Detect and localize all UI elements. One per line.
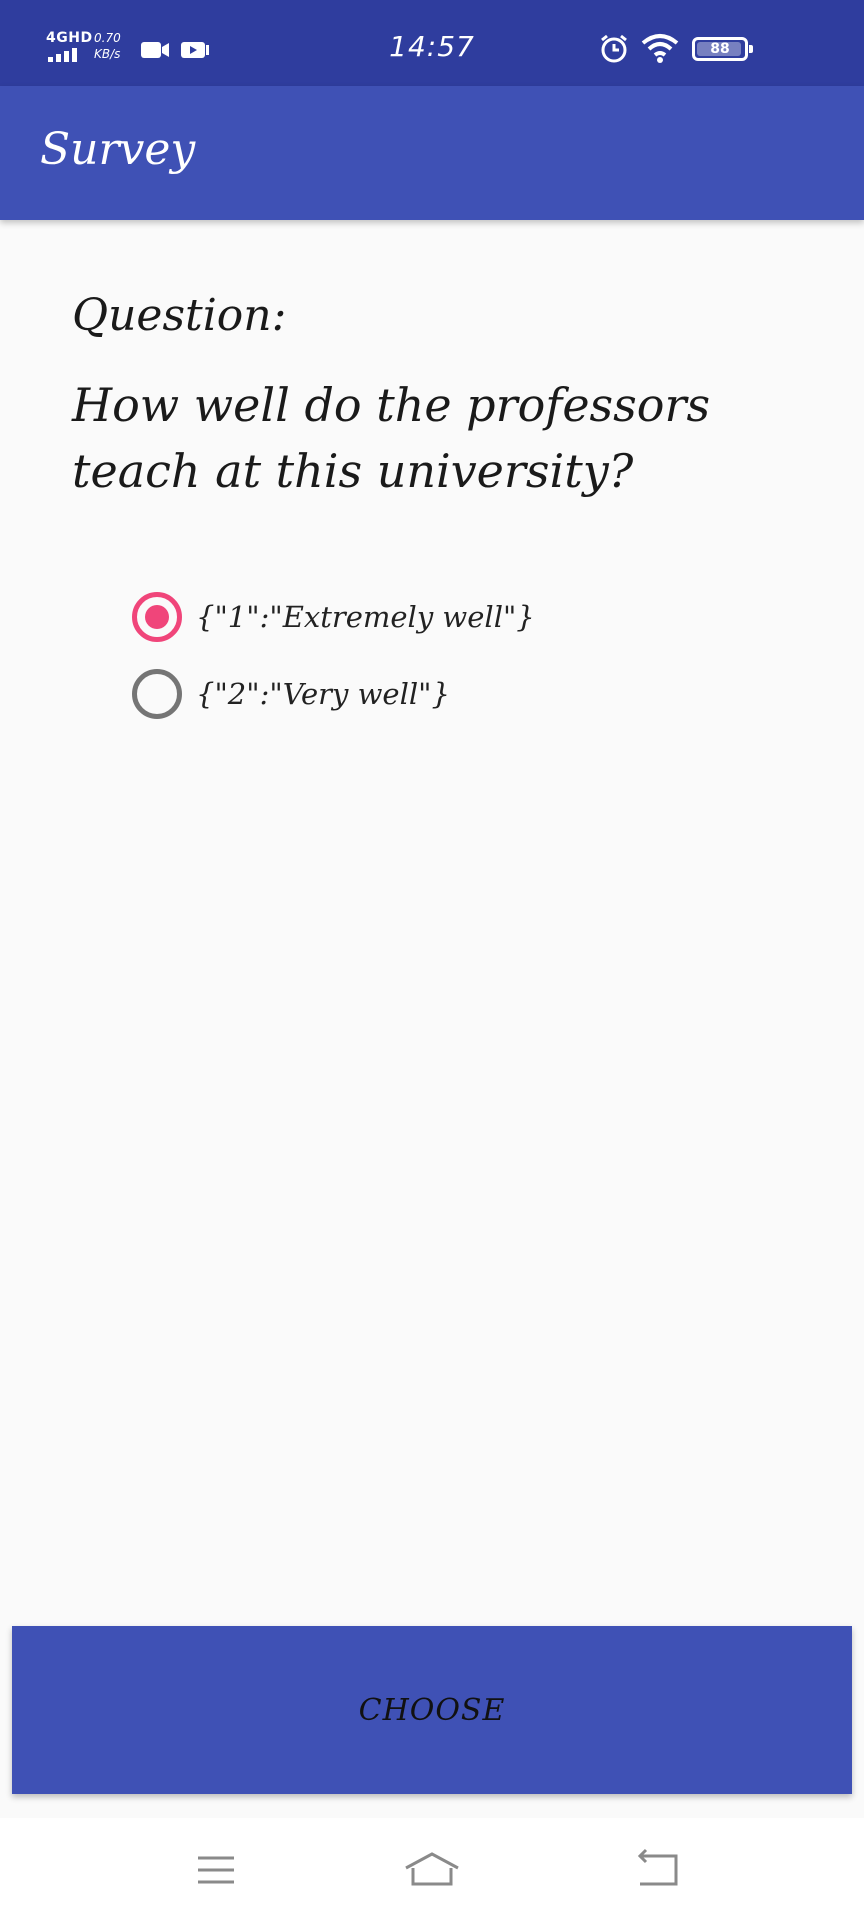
wifi-icon xyxy=(641,34,679,63)
radio-dot xyxy=(145,605,169,629)
radio-checked-icon[interactable] xyxy=(132,592,182,642)
battery-icon: 88 xyxy=(692,37,753,61)
option-1-radio[interactable]: {"1":"Extremely well"} xyxy=(132,587,535,647)
status-bar: 4GHD 0.70 KB/s 14:57 88 xyxy=(0,0,864,86)
app-title: Survey xyxy=(40,124,196,175)
option-2-radio[interactable]: {"2":"Very well"} xyxy=(132,664,450,724)
menu-icon[interactable] xyxy=(186,1844,246,1896)
option-2-label[interactable]: {"2":"Very well"} xyxy=(196,677,450,711)
app-bar: Survey xyxy=(0,86,864,220)
alarm-icon xyxy=(601,34,627,63)
radio-unchecked-icon[interactable] xyxy=(132,669,182,719)
home-icon[interactable] xyxy=(402,1844,462,1896)
question-label: Question: xyxy=(72,290,287,341)
back-icon[interactable] xyxy=(630,1844,690,1896)
navigation-bar xyxy=(0,1818,864,1920)
battery-level: 88 xyxy=(710,41,730,57)
question-text: How well do the professors teach at this… xyxy=(72,378,711,498)
option-1-label[interactable]: {"1":"Extremely well"} xyxy=(196,600,535,634)
choose-button[interactable]: CHOOSE xyxy=(12,1626,852,1794)
